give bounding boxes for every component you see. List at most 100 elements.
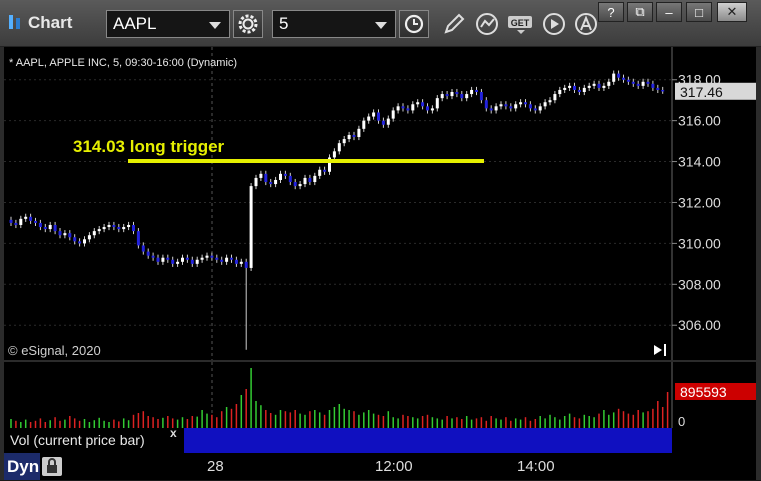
- candle-body: [337, 143, 341, 152]
- candle-body: [146, 251, 150, 256]
- candle-body: [14, 222, 18, 225]
- candle-body: [78, 241, 82, 244]
- studies-button[interactable]: [473, 10, 501, 38]
- candle-body: [127, 224, 131, 228]
- scroll-right-icon[interactable]: [654, 344, 666, 356]
- y-tick-label: 314.00: [678, 154, 721, 170]
- maximize-button[interactable]: □: [686, 2, 712, 22]
- candle-body: [592, 83, 596, 86]
- svg-text:GET: GET: [511, 18, 530, 28]
- candle-body: [200, 257, 204, 260]
- candle-body: [102, 227, 106, 230]
- candle-body: [656, 87, 660, 90]
- interval-input[interactable]: 5: [272, 10, 396, 38]
- candle-body: [484, 100, 488, 109]
- dynamic-mode-label[interactable]: Dyn: [4, 453, 40, 480]
- candle-body: [401, 106, 405, 109]
- candle-body: [308, 177, 312, 183]
- help-button[interactable]: ?: [598, 2, 624, 22]
- candle-body: [661, 89, 665, 92]
- lock-icon: [47, 458, 57, 473]
- study-color-bar: [184, 428, 672, 453]
- candle-body: [636, 83, 640, 86]
- candle-body: [533, 108, 537, 111]
- alert-button[interactable]: [572, 10, 600, 38]
- candle-body: [176, 261, 180, 264]
- candle-body: [298, 184, 302, 187]
- candle-body: [612, 73, 616, 82]
- play-button[interactable]: [540, 10, 568, 38]
- candle-body: [303, 177, 307, 185]
- x-label-1200: 12:00: [375, 458, 413, 475]
- candle-body: [347, 134, 351, 140]
- candle-body: [617, 73, 621, 78]
- lock-button[interactable]: [42, 457, 62, 476]
- candle-body: [9, 219, 13, 223]
- candle-body: [112, 224, 116, 228]
- candle-body: [117, 227, 121, 230]
- gear-icon: [238, 14, 258, 34]
- candle-body: [450, 92, 454, 97]
- clock-icon: [404, 14, 424, 34]
- chevron-down-icon[interactable]: [375, 22, 387, 29]
- candle-body: [318, 169, 322, 176]
- price-chart[interactable]: 314.03 long trigger * AAPL, APPLE INC, 5…: [4, 47, 756, 360]
- candle-body: [58, 231, 62, 236]
- x-label-1400: 14:00: [517, 458, 555, 475]
- detach-button[interactable]: ⧉: [627, 2, 653, 22]
- symbol-input[interactable]: AAPL: [106, 10, 230, 38]
- candle-body: [230, 257, 233, 260]
- alert-icon: [575, 13, 597, 35]
- close-study-icon[interactable]: x: [170, 426, 182, 440]
- chevron-down-icon[interactable]: [209, 22, 221, 29]
- candle-body: [161, 257, 165, 262]
- candle-body: [215, 257, 219, 260]
- candle-body: [254, 177, 258, 187]
- candle-body: [107, 224, 111, 228]
- volume-chart[interactable]: 895593 0: [4, 362, 756, 429]
- candle-body: [528, 104, 532, 109]
- candle-body: [543, 102, 547, 107]
- candle-body: [73, 237, 77, 242]
- candle-body: [514, 104, 518, 109]
- minimize-button[interactable]: –: [656, 2, 682, 22]
- volume-panel[interactable]: 895593 0: [4, 362, 756, 429]
- candle-body: [626, 79, 630, 82]
- price-chart-panel[interactable]: 314.03 long trigger * AAPL, APPLE INC, 5…: [4, 47, 756, 360]
- time-axis[interactable]: Dyn 28 12:00 14:00: [4, 453, 756, 480]
- time-button[interactable]: [399, 10, 429, 38]
- candle-body: [440, 94, 444, 99]
- y-tick-label: 316.00: [678, 113, 721, 129]
- candle-body: [234, 259, 238, 264]
- price-axis[interactable]: 318.00316.00314.00312.00310.00308.00306.…: [672, 72, 721, 333]
- get-button[interactable]: GET: [506, 10, 536, 38]
- candle-body: [274, 179, 278, 185]
- help-icon: ?: [607, 4, 615, 20]
- candle-body: [342, 139, 346, 144]
- candle-body: [225, 257, 229, 262]
- candle-body: [494, 106, 498, 111]
- symbol-value: AAPL: [113, 14, 157, 33]
- candle-body: [377, 112, 380, 121]
- candle-body: [426, 106, 429, 111]
- candle-body: [391, 110, 395, 119]
- price-grid: [4, 79, 672, 326]
- candle-body: [87, 235, 91, 240]
- candle-body: [455, 92, 459, 95]
- candle-body: [602, 85, 606, 88]
- app-title: Chart: [28, 13, 73, 32]
- candle-body: [548, 100, 552, 103]
- candle-body: [489, 108, 493, 111]
- candle-body: [582, 87, 586, 93]
- candle-body: [239, 261, 243, 264]
- settings-button[interactable]: [233, 10, 263, 38]
- close-button[interactable]: ✕: [717, 2, 747, 22]
- candle-body: [504, 104, 508, 107]
- candle-body: [34, 220, 37, 223]
- candle-body: [53, 224, 57, 232]
- x-label-28: 28: [207, 458, 224, 475]
- candle-body: [38, 222, 42, 228]
- volume-bars: [10, 368, 669, 428]
- candle-body: [362, 120, 366, 129]
- draw-button[interactable]: [440, 10, 468, 38]
